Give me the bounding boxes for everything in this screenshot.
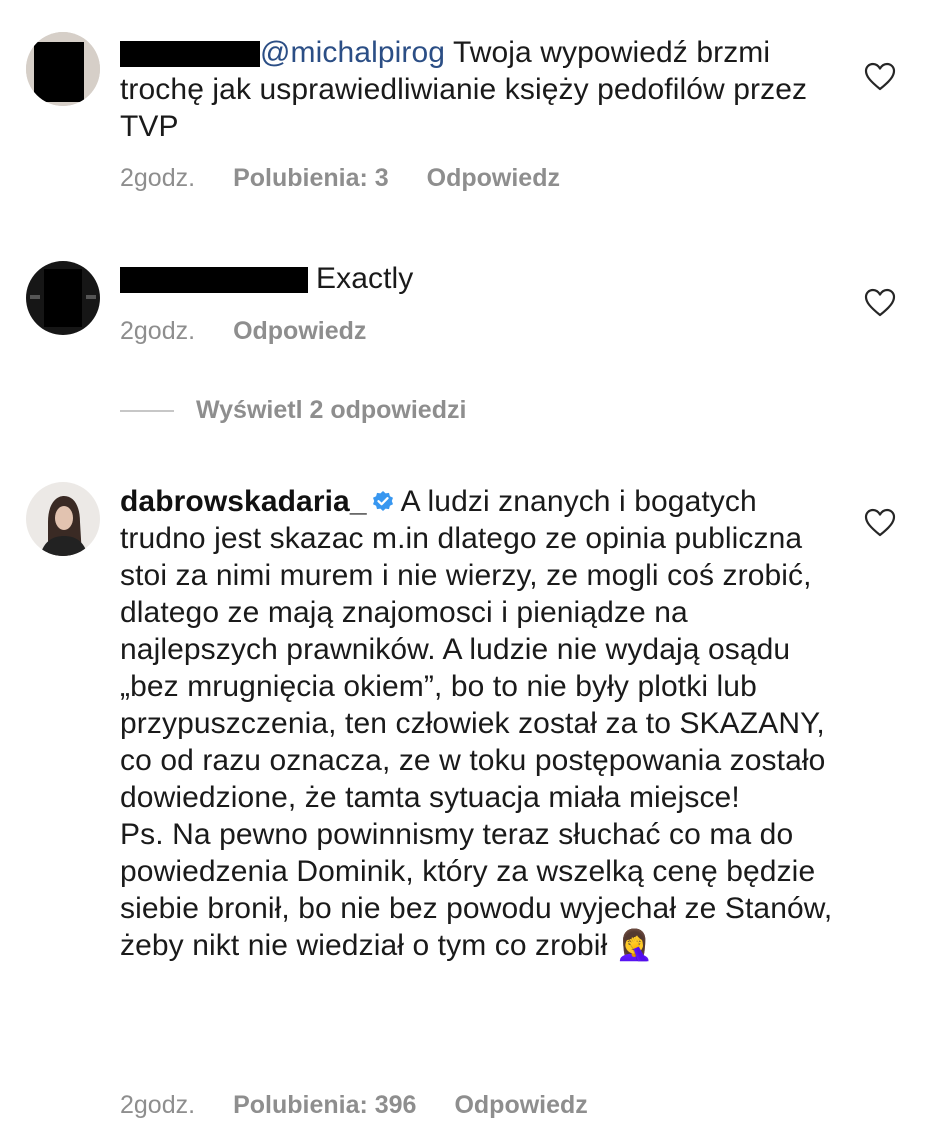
verified-badge-icon	[372, 491, 393, 511]
comment-text: Exactly	[120, 260, 840, 297]
comment-meta: 2godz. Polubienia: 3 Odpowiedz	[120, 164, 598, 193]
heart-icon[interactable]	[864, 62, 896, 92]
mention-link[interactable]: @michalpirog	[260, 36, 445, 69]
timestamp: 2godz.	[120, 1091, 196, 1119]
comment-body-ps: Ps. Na pewno powinnismy teraz słuchać co…	[120, 818, 833, 962]
avatar[interactable]	[26, 32, 100, 106]
avatar[interactable]	[26, 261, 100, 335]
comment-text: @michalpirog Twoja wypowiedź brzmi troch…	[120, 34, 840, 145]
comment-paragraph: dabrowskadaria_ A ludzi znanych i bogaty…	[120, 483, 840, 816]
redacted-username	[120, 267, 308, 294]
reply-button[interactable]: Odpowiedz	[427, 164, 560, 192]
reply-button[interactable]: Odpowiedz	[454, 1091, 587, 1119]
timestamp: 2godz.	[120, 317, 196, 345]
likes-count[interactable]: Polubienia: 3	[233, 164, 389, 192]
redacted-username	[120, 41, 260, 68]
timestamp: 2godz.	[120, 164, 196, 192]
heart-icon[interactable]	[864, 288, 896, 318]
avatar[interactable]	[26, 482, 100, 556]
comment-meta: 2godz. Polubienia: 396 Odpowiedz	[120, 1091, 626, 1120]
comment-body: Exactly	[316, 262, 414, 295]
reply-button[interactable]: Odpowiedz	[233, 317, 366, 345]
username-link[interactable]: dabrowskadaria_	[120, 485, 367, 518]
heart-icon[interactable]	[864, 508, 896, 538]
comment-text: dabrowskadaria_ A ludzi znanych i bogaty…	[120, 483, 840, 964]
comment-paragraph: Ps. Na pewno powinnismy teraz słuchać co…	[120, 816, 840, 964]
comment-body: A ludzi znanych i bogatych trudno jest s…	[120, 485, 826, 814]
divider-line	[120, 409, 174, 412]
comment-meta: 2godz. Odpowiedz	[120, 317, 404, 346]
view-replies-label: Wyświetl 2 odpowiedzi	[196, 396, 467, 424]
avatar-image	[26, 32, 100, 106]
view-replies-button[interactable]: Wyświetl 2 odpowiedzi	[120, 396, 466, 425]
likes-count[interactable]: Polubienia: 396	[233, 1091, 416, 1119]
avatar-image	[26, 482, 100, 556]
avatar-image	[26, 261, 100, 335]
facepalm-emoji-icon: 🤦‍♀️	[615, 929, 654, 962]
